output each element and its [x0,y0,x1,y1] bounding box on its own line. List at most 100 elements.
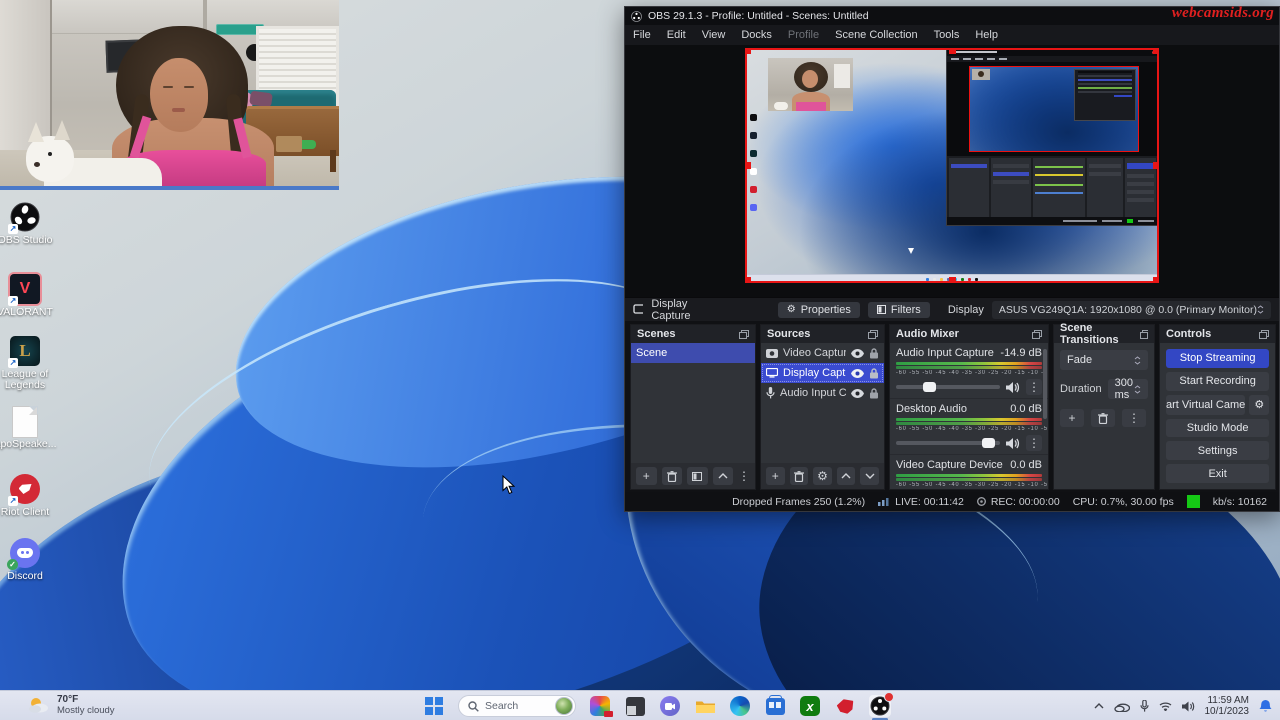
channel-menu-button[interactable]: ⋮ [1026,379,1042,395]
scene-item[interactable]: Scene [631,343,755,363]
desktop-icon-discord[interactable]: ✓ Discord [0,538,57,582]
taskbar-icon-xbox[interactable]: x [799,695,821,717]
source-row-video-capture[interactable]: Video Capture D [761,343,884,363]
lock-icon[interactable] [869,388,879,399]
remove-scene-button[interactable] [662,467,683,485]
popout-icon[interactable] [739,330,749,339]
transition-menu-button[interactable]: ⋮ [1122,409,1146,427]
lock-icon[interactable] [869,368,879,379]
menu-file[interactable]: File [625,25,659,45]
search-box[interactable]: Search [458,695,576,717]
scene-filters-button[interactable] [687,467,708,485]
search-highlights-image[interactable] [555,697,573,715]
remove-source-button[interactable] [790,467,809,485]
taskbar-icon-teams-chat[interactable] [659,695,681,717]
selection-handle[interactable] [949,48,956,54]
source-properties-button[interactable]: ⚙ [813,467,832,485]
source-move-down-button[interactable] [860,467,879,485]
stop-streaming-button[interactable]: Stop Streaming [1166,349,1269,368]
disc-icon [977,497,986,506]
start-button[interactable] [423,695,445,717]
taskbar-icon-edge[interactable] [729,695,751,717]
desktop-icon-apospeake[interactable]: ApoSpeake... [0,406,57,450]
transition-select[interactable]: Fade [1060,350,1148,370]
eye-icon[interactable] [851,389,864,398]
duration-label: Duration [1060,383,1102,395]
desktop-icon-obs-studio[interactable]: ↗ OBS Studio [0,202,57,246]
menu-docks[interactable]: Docks [733,25,780,45]
taskbar-icon-dark-app[interactable] [624,695,646,717]
webcam-overlay [0,0,339,190]
studio-mode-button[interactable]: Studio Mode [1166,419,1269,438]
add-source-button[interactable]: + [766,467,785,485]
popout-icon[interactable] [1140,330,1148,339]
tray-chevron-icon[interactable] [1094,703,1104,709]
start-virtual-camera-button[interactable]: art Virtual Came [1166,395,1245,415]
menu-edit[interactable]: Edit [659,25,694,45]
filters-button[interactable]: Filters [868,302,930,318]
preview-nested-canvas [969,66,1139,152]
scene-move-up-button[interactable] [713,467,734,485]
spinner-arrows-icon[interactable] [1134,385,1141,394]
lock-icon[interactable] [869,348,879,359]
tray-clock[interactable]: 11:59 AM 10/1/2023 [1205,695,1250,717]
popout-icon[interactable] [1259,330,1269,339]
eye-icon[interactable] [851,349,864,358]
source-row-display-capture[interactable]: Display Capture [761,363,884,383]
remove-transition-button[interactable] [1091,409,1115,427]
shortcut-arrow-icon: ↗ [8,496,18,506]
selection-handle[interactable] [1153,162,1159,169]
start-recording-button[interactable]: Start Recording [1166,372,1269,391]
add-scene-button[interactable]: + [636,467,657,485]
selection-handle[interactable] [745,277,751,283]
selection-handle[interactable] [1153,277,1159,283]
icon-label: League of Legends [0,369,57,391]
volume-icon[interactable] [1182,701,1195,712]
tray-mic-icon[interactable] [1140,700,1149,712]
desktop-icon-valorant[interactable]: V ↗ VALORANT [0,274,57,318]
channel-menu-button[interactable]: ⋮ [1026,435,1042,451]
taskbar-icon-photos[interactable] [589,695,611,717]
taskbar-weather[interactable]: 70°F Mostly cloudy [28,694,115,716]
obs-studio-icon: ↗ [10,202,40,232]
eye-icon[interactable] [851,369,864,378]
taskbar-icon-obs[interactable] [869,695,891,717]
speaker-icon[interactable] [1006,382,1020,393]
selection-handle[interactable] [745,48,751,54]
virtual-camera-settings-button[interactable]: ⚙ [1249,395,1269,415]
popout-icon[interactable] [868,330,878,339]
source-row-audio-input[interactable]: Audio Input Cap [761,383,884,403]
onedrive-icon[interactable] [1114,701,1130,712]
mixer-scrollbar[interactable] [1043,349,1047,419]
display-dropdown[interactable]: ASUS VG249Q1A: 1920x1080 @ 0.0 (Primary … [992,301,1271,319]
notification-bell-icon[interactable] [1259,699,1272,713]
scenes-menu-button[interactable]: ⋮ [738,469,750,483]
desktop-icon-riot-client[interactable]: ↗ Riot Client [0,474,57,518]
selection-handle[interactable] [745,162,751,169]
preview-canvas[interactable] [745,48,1159,283]
add-transition-button[interactable]: + [1060,409,1084,427]
menu-help[interactable]: Help [967,25,1006,45]
source-move-up-button[interactable] [837,467,856,485]
desktop-icon-league-of-legends[interactable]: L ↗ League of Legends [0,336,57,391]
duration-spinbox[interactable]: 300 ms [1108,379,1148,399]
exit-button[interactable]: Exit [1166,464,1269,483]
taskbar-icon-store[interactable] [764,695,786,717]
display-label: Display [948,304,984,316]
menu-scene-collection[interactable]: Scene Collection [827,25,926,45]
mixer-channel-video-capture: Video Capture Device0.0 dB -60 -55 -50 -… [890,455,1048,489]
wifi-icon[interactable] [1159,701,1172,711]
menu-view[interactable]: View [694,25,734,45]
taskbar-icon-file-explorer[interactable] [694,695,716,717]
menu-tools[interactable]: Tools [926,25,968,45]
volume-slider[interactable] [896,441,1000,445]
selection-handle[interactable] [949,277,956,283]
volume-slider[interactable] [896,385,1000,389]
menu-profile[interactable]: Profile [780,25,827,45]
taskbar-icon-red-app[interactable] [834,695,856,717]
properties-button[interactable]: ⚙ Properties [778,302,860,318]
speaker-icon[interactable] [1006,438,1020,449]
popout-icon[interactable] [1032,330,1042,339]
settings-button[interactable]: Settings [1166,441,1269,460]
selection-handle[interactable] [1153,48,1159,54]
